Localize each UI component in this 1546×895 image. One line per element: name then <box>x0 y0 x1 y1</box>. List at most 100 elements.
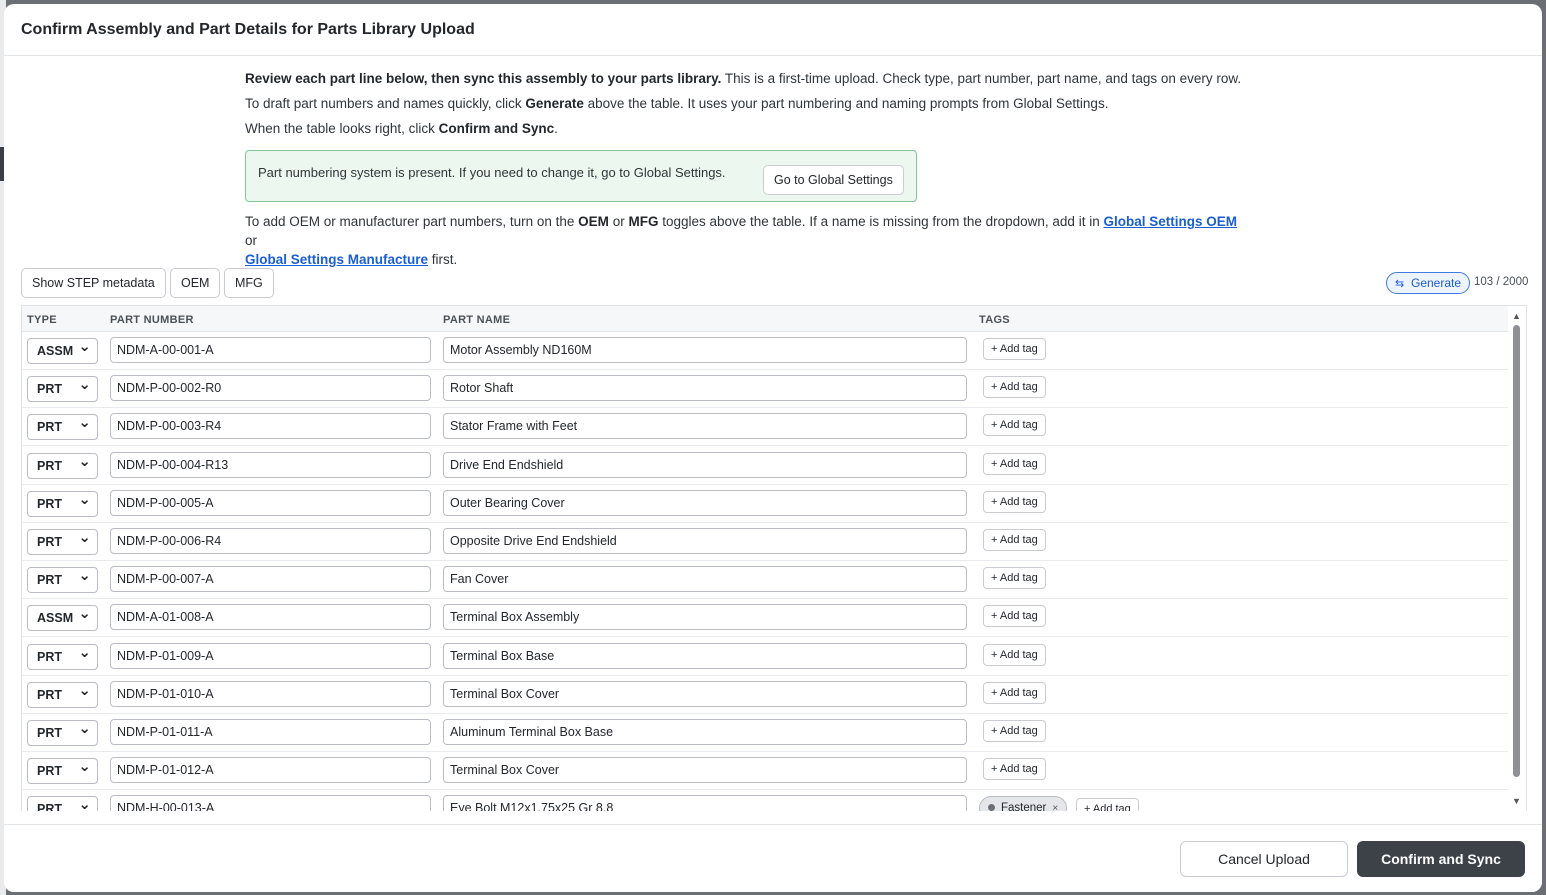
chevron-down-icon: ⌄ <box>78 338 91 355</box>
part-name-input[interactable]: Opposite Drive End Endshield <box>443 528 967 554</box>
table-scrollbar[interactable]: ▲ ▼ <box>1508 306 1526 811</box>
part-name-input[interactable]: Rotor Shaft <box>443 375 967 401</box>
type-value: PRT <box>37 764 62 778</box>
add-tag-button[interactable]: + Add tag <box>983 720 1046 742</box>
part-name-input[interactable]: Drive End Endshield <box>443 452 967 478</box>
part-number-input[interactable]: NDM-P-01-010-A <box>110 681 431 707</box>
intro-line-2: To draft part numbers and names quickly,… <box>245 95 1265 120</box>
intro-line-3-pre: When the table looks right, click <box>245 121 439 136</box>
row-counter: 103 / 2000 <box>1474 276 1529 288</box>
part-number-input[interactable]: NDM-H-00-013-A <box>110 795 431 811</box>
table-row: PRT ⌄ NDM-P-01-009-A Terminal Box Base + Add… <box>22 638 1510 676</box>
confirm-and-sync-button[interactable]: Confirm and Sync <box>1357 841 1525 877</box>
chevron-down-icon: ⌄ <box>78 758 91 775</box>
global-settings-manufacture-link[interactable]: Global Settings Manufacture <box>245 252 428 267</box>
tag-label: Fastener <box>1001 802 1047 811</box>
show-step-metadata-button[interactable]: Show STEP metadata <box>21 268 166 298</box>
add-tag-button[interactable]: + Add tag <box>983 605 1046 627</box>
intro-line-2-post: above the table. It uses your part numbe… <box>583 96 1109 111</box>
add-tag-button[interactable]: + Add tag <box>983 338 1046 360</box>
type-select[interactable]: PRT ⌄ <box>27 414 98 440</box>
chevron-down-icon: ⌄ <box>78 453 91 470</box>
chevron-down-icon: ⌄ <box>78 605 91 622</box>
part-name-input[interactable]: Motor Assembly ND160M <box>443 337 967 363</box>
scroll-down-icon[interactable]: ▼ <box>1512 796 1521 806</box>
add-tag-button[interactable]: + Add tag <box>983 414 1046 436</box>
generate-button[interactable]: ⇆ Generate <box>1386 272 1471 294</box>
part-name-input[interactable]: Terminal Box Assembly <box>443 604 967 630</box>
intro-line-3-post: . <box>554 121 558 136</box>
part-number-input[interactable]: NDM-P-01-009-A <box>110 643 431 669</box>
type-value: PRT <box>37 650 62 664</box>
add-tag-button[interactable]: + Add tag <box>1076 798 1139 811</box>
type-select[interactable]: PRT ⌄ <box>27 567 98 593</box>
part-name-input[interactable]: Aluminum Terminal Box Base <box>443 719 967 745</box>
part-number-input[interactable]: NDM-P-00-004-R13 <box>110 452 431 478</box>
type-select[interactable]: PRT ⌄ <box>27 720 98 746</box>
part-name-input[interactable]: Outer Bearing Cover <box>443 490 967 516</box>
intro-text: Review each part line below, then sync t… <box>245 70 1265 145</box>
type-select[interactable]: PRT ⌄ <box>27 682 98 708</box>
add-tag-button[interactable]: + Add tag <box>983 567 1046 589</box>
part-name-input[interactable]: Terminal Box Cover <box>443 757 967 783</box>
part-name-input[interactable]: Stator Frame with Feet <box>443 413 967 439</box>
mfg-toggle[interactable]: MFG <box>224 268 274 298</box>
part-name-input[interactable]: Terminal Box Base <box>443 643 967 669</box>
type-select[interactable]: PRT ⌄ <box>27 491 98 517</box>
type-select[interactable]: ASSM ⌄ <box>27 605 98 631</box>
type-select[interactable]: PRT ⌄ <box>27 758 98 784</box>
scrollbar-thumb[interactable] <box>1513 325 1520 777</box>
intro-line-3: When the table looks right, click Confir… <box>245 120 1265 145</box>
part-number-input[interactable]: NDM-A-00-001-A <box>110 337 431 363</box>
add-tag-button[interactable]: + Add tag <box>983 682 1046 704</box>
type-value: PRT <box>37 535 62 549</box>
tag-dot-icon <box>988 804 995 811</box>
type-select[interactable]: PRT ⌄ <box>27 529 98 555</box>
oem-toggle[interactable]: OEM <box>170 268 221 298</box>
part-name-input[interactable]: Terminal Box Cover <box>443 681 967 707</box>
table-row: ASSM ⌄ NDM-A-01-008-A Terminal Box Assembly… <box>22 599 1510 637</box>
part-name-input[interactable]: Fan Cover <box>443 566 967 592</box>
add-tag-button[interactable]: + Add tag <box>983 644 1046 666</box>
type-value: ASSM <box>37 611 74 625</box>
remove-tag-icon[interactable]: × <box>1052 803 1058 811</box>
part-number-input[interactable]: NDM-P-00-003-R4 <box>110 413 431 439</box>
table-row: PRT ⌄ NDM-P-01-010-A Terminal Box Cover + Ad… <box>22 676 1510 714</box>
type-select[interactable]: ASSM ⌄ <box>27 338 98 364</box>
global-settings-oem-link[interactable]: Global Settings OEM <box>1103 214 1237 229</box>
type-select[interactable]: PRT ⌄ <box>27 644 98 670</box>
table-row: PRT ⌄ NDM-P-01-012-A Terminal Box Cover + Ad… <box>22 752 1510 790</box>
add-tag-button[interactable]: + Add tag <box>983 491 1046 513</box>
part-number-input[interactable]: NDM-A-01-008-A <box>110 604 431 630</box>
part-name-input[interactable]: Eye Bolt M12x1.75x25 Gr 8.8 <box>443 795 967 811</box>
type-value: PRT <box>37 802 62 811</box>
go-to-global-settings-button[interactable]: Go to Global Settings <box>763 165 904 195</box>
part-number-input[interactable]: NDM-P-01-012-A <box>110 757 431 783</box>
chevron-down-icon: ⌄ <box>78 644 91 661</box>
part-number-input[interactable]: NDM-P-00-005-A <box>110 490 431 516</box>
intro-line-1: Review each part line below, then sync t… <box>245 70 1265 95</box>
scroll-up-icon[interactable]: ▲ <box>1512 311 1521 321</box>
add-tag-button[interactable]: + Add tag <box>983 376 1046 398</box>
cancel-upload-button[interactable]: Cancel Upload <box>1180 841 1348 877</box>
chevron-down-icon: ⌄ <box>78 376 91 393</box>
part-number-input[interactable]: NDM-P-01-011-A <box>110 719 431 745</box>
header-part-name: PART NAME <box>443 314 511 326</box>
type-select[interactable]: PRT ⌄ <box>27 796 98 811</box>
oem-note-mid: toggles above the table. If a name is mi… <box>658 214 1104 229</box>
part-number-input[interactable]: NDM-P-00-006-R4 <box>110 528 431 554</box>
table-row: PRT ⌄ NDM-P-00-006-R4 Opposite Drive End En… <box>22 523 1510 561</box>
sparkle-icon: ⇆ <box>1395 278 1405 290</box>
modal-footer: Cancel Upload Confirm and Sync <box>4 824 1542 892</box>
table-row: PRT ⌄ NDM-P-00-005-A Outer Bearing Cover + A… <box>22 485 1510 523</box>
tag-chip: Fastener × <box>979 796 1068 811</box>
add-tag-button[interactable]: + Add tag <box>983 529 1046 551</box>
parts-table: TYPE PART NUMBER PART NAME TAGS ASSM ⌄ NDM… <box>21 305 1527 811</box>
add-tag-button[interactable]: + Add tag <box>983 758 1046 780</box>
type-select[interactable]: PRT ⌄ <box>27 453 98 479</box>
generate-label: Generate <box>1411 276 1462 290</box>
type-select[interactable]: PRT ⌄ <box>27 376 98 402</box>
part-number-input[interactable]: NDM-P-00-002-R0 <box>110 375 431 401</box>
part-number-input[interactable]: NDM-P-00-007-A <box>110 566 431 592</box>
add-tag-button[interactable]: + Add tag <box>983 453 1046 475</box>
